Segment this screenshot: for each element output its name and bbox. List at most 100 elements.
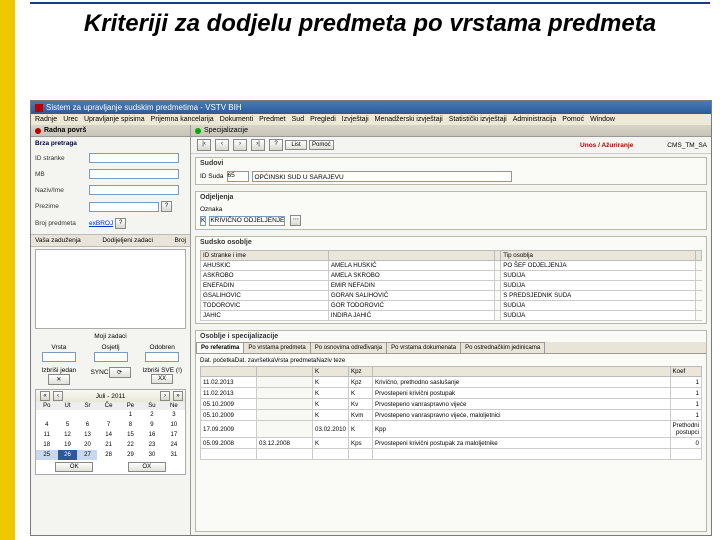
search-button[interactable]: ? (161, 201, 172, 212)
right-pane-header: Specijalizacije (191, 125, 711, 137)
left-pane: Radna površ Brza pretraga ID stranke MB … (31, 125, 191, 535)
menu-window[interactable]: Window (590, 116, 615, 123)
table-row: TODOROVICGOR TODOROVIĆSUDIJA (201, 301, 702, 311)
lbl-dat-pocetka: Dat. početkaDat. završetkaVrsta predmeta… (200, 357, 345, 364)
menu-predmet[interactable]: Predmet (259, 116, 285, 123)
lbl-broj-predmeta: Broj predmeta (35, 220, 89, 227)
menu-sud[interactable]: Sud (292, 116, 304, 123)
staff-table[interactable]: ID stranke i ime Tip osoblja AHUSKICAMEL… (200, 250, 702, 321)
tab-ostredna[interactable]: Po ostrednačkim jedinicama (460, 342, 545, 353)
table-row: 05.10.2009KKvPrvostepeno vanraspravno vi… (201, 399, 702, 410)
lbl-osjetlj: Osjetlj (101, 344, 119, 351)
lbl-vrsta: Vrsta (51, 344, 66, 351)
section-odjeljenja: Odjeljenja Oznaka K KRIVIČNO ODJELJENJE … (195, 191, 707, 230)
menu-pregledi[interactable]: Pregledi (310, 116, 336, 123)
section-osoblje: Sudsko osoblje ID stranke i ime Tip osob… (195, 236, 707, 324)
search-button-2[interactable]: ? (115, 218, 126, 229)
quick-search-label: Brza pretraga (31, 137, 190, 150)
btn-pomoc[interactable]: Pomoć (309, 140, 334, 150)
input-mb[interactable] (89, 169, 179, 179)
cal-prev-month[interactable]: ‹ (53, 391, 63, 401)
cal-prev-year[interactable]: « (40, 391, 50, 401)
input-naziv[interactable] (89, 185, 179, 195)
table-row: 11.02.2013KKpzKrivično, prethodno sasluš… (201, 377, 702, 388)
table-row: 17.09.200903.02.2010KKppPrethodni postup… (201, 421, 702, 438)
lbl-id-stranke: ID stranke (35, 155, 89, 162)
input-osjetlj[interactable] (94, 352, 128, 362)
record-toolbar: |‹ ‹ › ›| ? List Pomoć Unos / Ažuriranje… (191, 137, 711, 154)
lbl-odobren: Odobren (150, 344, 175, 351)
menu-menadzerski[interactable]: Menadžerski izvještaji (375, 116, 443, 123)
input-id-stranke[interactable] (89, 153, 179, 163)
input-odj-oznaka[interactable]: K (200, 216, 206, 226)
btn-list[interactable]: List (285, 140, 307, 150)
table-row: 11.02.2013KKPrvostepeni krivični postupa… (201, 388, 702, 399)
nav-first[interactable]: |‹ (197, 139, 211, 151)
nav-last[interactable]: ›| (251, 139, 265, 151)
table-row: ASKROBOAMELA SKROBOSUDIJA (201, 271, 702, 281)
tab-po-vrstama-predmeta[interactable]: Po vrstama predmeta (243, 342, 310, 353)
input-odj-name[interactable]: KRIVIČNO ODJELJENJE (209, 216, 285, 226)
nav-prev[interactable]: ‹ (215, 139, 229, 151)
btn-delete-one[interactable]: ✕ (48, 374, 70, 385)
table-row: JAHICINDIRA JAHIĆSUDIJA (201, 311, 702, 321)
spec-tabs[interactable]: Po referatima Po vrstama predmeta Po osn… (196, 342, 706, 354)
tab-po-referatima[interactable]: Po referatima (196, 342, 244, 353)
spec-table[interactable]: K Kpz Koef 11.02.2013KKpzKrivično, preth… (200, 366, 702, 460)
btn-sync[interactable]: ⟳ (109, 367, 131, 378)
tasks-header: Vaša zaduženja Dodijeljeni zadaci Broj (31, 234, 190, 247)
cal-next-month[interactable]: › (160, 391, 170, 401)
lbl-izbrisi-sve: Izbriši SVE (!) (142, 367, 182, 374)
odj-lookup[interactable]: ⋯ (290, 215, 301, 226)
menu-dokumenti[interactable]: Dokumenti (220, 116, 253, 123)
cal-next-year[interactable]: » (173, 391, 183, 401)
input-prezime[interactable] (89, 202, 159, 212)
menu-urec[interactable]: Urec (63, 116, 78, 123)
input-vrsta[interactable] (42, 352, 76, 362)
right-pane: Specijalizacije |‹ ‹ › ›| ? List Pomoć U… (191, 125, 711, 535)
app-window: Sistem za upravljanje sudskim predmetima… (30, 100, 712, 536)
section-specijalizacije: Osoblje i specijalizacije Po referatima … (195, 330, 707, 532)
table-row: 05.09.200803.12.2008KKpsPrvostepeni kriv… (201, 438, 702, 449)
green-dot-icon (195, 128, 201, 134)
nav-next[interactable]: › (233, 139, 247, 151)
tab-po-osnovima[interactable]: Po osnovima određivanja (310, 342, 387, 353)
tasks-list[interactable] (35, 249, 186, 329)
btn-cancel[interactable]: OX (128, 462, 166, 472)
tab-po-vrstama-dokumenata[interactable]: Po vrstama dokumenata (386, 342, 461, 353)
my-tasks-label: Moji zadaci (31, 331, 190, 342)
menu-administracija[interactable]: Administracija (513, 116, 557, 123)
code-label: CMS_TM_SA (667, 142, 707, 149)
input-court-name[interactable]: OPĆINSKI SUD U SARAJEVU (252, 171, 512, 182)
btn-ok[interactable]: OK (55, 462, 93, 472)
table-row: GSALIHOVICGORAN SALIHOVIĆS PREDSJEDNIK S… (201, 291, 702, 301)
menu-prijemna-kancelarija[interactable]: Prijemna kancelarija (151, 116, 214, 123)
menu-izvjestaji[interactable]: Izvještaji (342, 116, 369, 123)
section-sudovi: Sudovi ID Suda 65 OPĆINSKI SUD U SARAJEV… (195, 157, 707, 185)
lbl-sync: SYNC (90, 369, 108, 376)
lbl-izbrisi-jedan: Izbriši jedan (41, 367, 76, 374)
link-broj-predmeta[interactable]: exBROJ (89, 220, 113, 227)
menu-radnje[interactable]: Radnje (35, 116, 57, 123)
page-title: Kriteriji za dodjelu predmeta po vrstama… (30, 10, 710, 38)
btn-delete-all[interactable]: XX (151, 374, 173, 384)
lbl-oznaka: Oznaka (200, 206, 222, 213)
nav-search[interactable]: ? (269, 139, 283, 151)
table-row: 05.10.2009KKvmPrvostepeno vanraspravno v… (201, 410, 702, 421)
table-row: AHUSKICAMELA HUSKIĆPO ŠEF ODJELJENJA (201, 261, 702, 271)
lbl-prezime: Prezime (35, 203, 89, 210)
input-odobren[interactable] (145, 352, 179, 362)
menu-statisticki[interactable]: Statistički izvještaji (449, 116, 507, 123)
lbl-id-suda: ID Suda (200, 173, 224, 180)
cal-month-label: Juli - 2011 (96, 393, 126, 400)
left-pane-header: Radna površ (31, 125, 190, 137)
lbl-mb: MB (35, 171, 89, 178)
menu-pomoc[interactable]: Pomoć (562, 116, 584, 123)
table-row (201, 449, 702, 460)
calendar[interactable]: «‹ Juli - 2011 ›» PoUtSrČePeSuNe 123 456… (35, 389, 186, 475)
input-court-id[interactable]: 65 (227, 171, 249, 182)
window-titlebar: Sistem za upravljanje sudskim predmetima… (31, 101, 711, 114)
status-text: Unos / Ažuriranje (580, 142, 633, 149)
red-dot-icon (35, 128, 41, 134)
menu-upravljanje-spisima[interactable]: Upravljanje spisima (84, 116, 145, 123)
